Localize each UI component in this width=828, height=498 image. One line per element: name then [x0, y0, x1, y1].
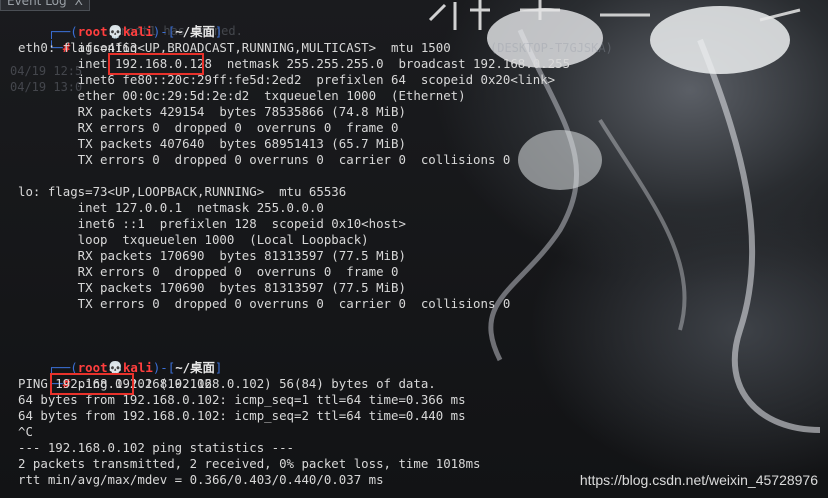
- lo-line: lo: flags=73<UP,LOOPBACK,RUNNING> mtu 65…: [18, 184, 347, 199]
- ping-line: 64 bytes from 192.168.0.102: icmp_seq=2 …: [18, 408, 466, 423]
- prompt-path: ~/桌面: [175, 24, 215, 39]
- prompt-frame-end: ]: [214, 360, 223, 375]
- ip-highlight-box-inet: [108, 53, 204, 75]
- prompt-frame-mid: )-[: [152, 24, 176, 39]
- prompt-line-2: ┌──(root💀kali)-[~/桌面]: [18, 344, 223, 375]
- terminal-output[interactable]: ┌──(root💀kali)-[~/桌面] └─# ifconfig eth0:…: [0, 0, 828, 498]
- eth0-line: RX packets 429154 bytes 78535866 (74.8 M…: [18, 104, 406, 119]
- command-line-1: └─# ifconfig: [18, 24, 138, 55]
- lo-line: inet 127.0.0.1 netmask 255.0.0.0: [18, 200, 324, 215]
- prompt-frame-end: ]: [214, 24, 223, 39]
- ping-line: ^C: [18, 424, 33, 439]
- lo-line: inet6 ::1 prefixlen 128 scopeid 0x10<hos…: [18, 216, 406, 231]
- ping-line: --- 192.168.0.102 ping statistics ---: [18, 440, 295, 455]
- eth0-line: eth0: flags=4163<UP,BROADCAST,RUNNING,MU…: [18, 40, 451, 55]
- ping-line: rtt min/avg/max/mdev = 0.366/0.403/0.440…: [18, 472, 384, 487]
- eth0-line: RX errors 0 dropped 0 overruns 0 frame 0: [18, 120, 399, 135]
- ip-highlight-box-ping: [50, 373, 134, 395]
- lo-line: TX packets 170690 bytes 81313597 (77.5 M…: [18, 280, 406, 295]
- csdn-watermark: https://blog.csdn.net/weixin_45728976: [579, 472, 818, 488]
- prompt-line-1: ┌──(root💀kali)-[~/桌面]: [18, 8, 223, 39]
- eth0-line: ether 00:0c:29:5d:2e:d2 txqueuelen 1000 …: [18, 88, 466, 103]
- ping-line: 2 packets transmitted, 2 received, 0% pa…: [18, 456, 481, 471]
- lo-line: TX errors 0 dropped 0 overruns 0 carrier…: [18, 296, 511, 311]
- lo-line: RX packets 170690 bytes 81313597 (77.5 M…: [18, 248, 406, 263]
- eth0-line: TX errors 0 dropped 0 overruns 0 carrier…: [18, 152, 511, 167]
- eth0-line: TX packets 407640 bytes 68951413 (65.7 M…: [18, 136, 406, 151]
- lo-line: loop txqueuelen 1000 (Local Loopback): [18, 232, 369, 247]
- eth0-line: inet6 fe80::20c:29ff:fe5d:2ed2 prefixlen…: [18, 72, 556, 87]
- lo-line: RX errors 0 dropped 0 overruns 0 frame 0: [18, 264, 399, 279]
- eth0-line: inet 192.168.0.128 netmask 255.255.255.0…: [18, 56, 571, 71]
